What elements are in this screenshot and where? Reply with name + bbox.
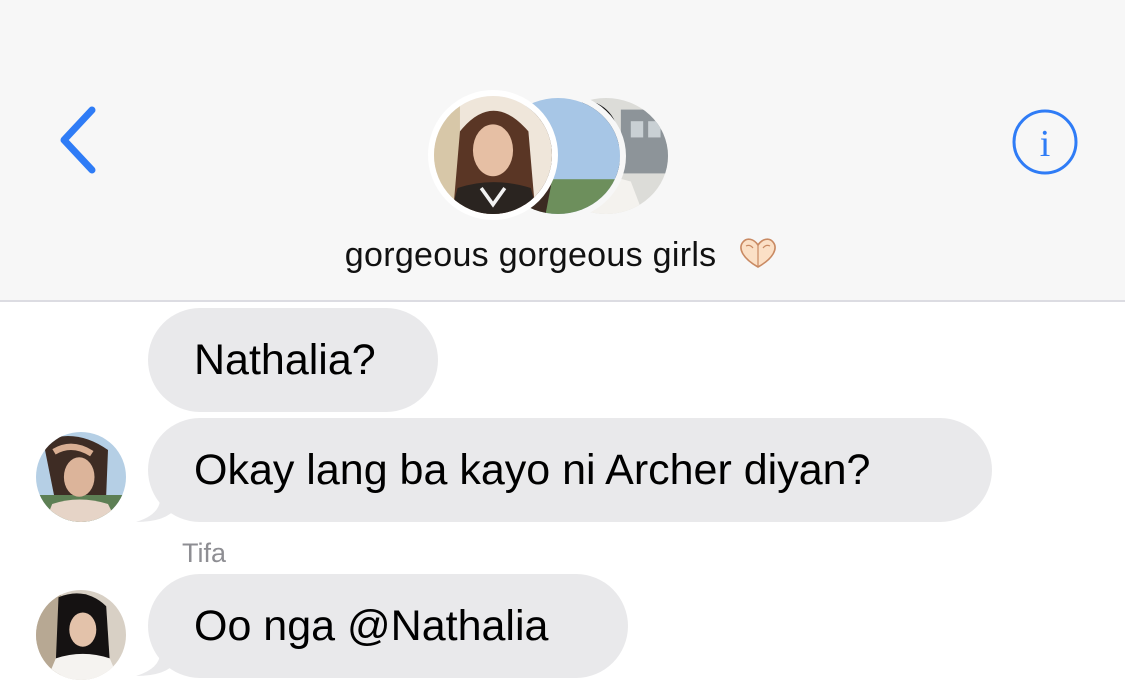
message-text: Oo nga @Nathalia <box>194 602 549 650</box>
message-bubble[interactable]: Okay lang ba kayo ni Archer diyan? <box>148 418 992 522</box>
message-bubble[interactable]: Nathalia? <box>148 308 438 412</box>
back-button[interactable] <box>54 104 104 176</box>
info-glyph: i <box>1040 123 1051 165</box>
conversation-header: i gorgeous gorgeous girls <box>0 0 1125 302</box>
group-name-text: gorgeous gorgeous girls <box>344 236 717 274</box>
group-name[interactable]: gorgeous gorgeous girls <box>0 236 1125 279</box>
message-bubble[interactable]: Oo nga @Nathalia <box>148 574 628 678</box>
heart-hands-emoji <box>736 236 780 279</box>
sender-avatar[interactable] <box>36 432 126 522</box>
avatar <box>428 90 558 220</box>
group-avatars[interactable] <box>428 90 678 222</box>
sender-avatar[interactable] <box>36 590 126 680</box>
info-button[interactable]: i <box>1011 108 1079 176</box>
message-text: Nathalia? <box>194 336 376 384</box>
info-circle-icon: i <box>1012 109 1078 175</box>
chevron-left-icon <box>60 106 96 174</box>
sender-name: Tifa <box>182 538 227 568</box>
message-text: Okay lang ba kayo ni Archer diyan? <box>194 446 871 494</box>
